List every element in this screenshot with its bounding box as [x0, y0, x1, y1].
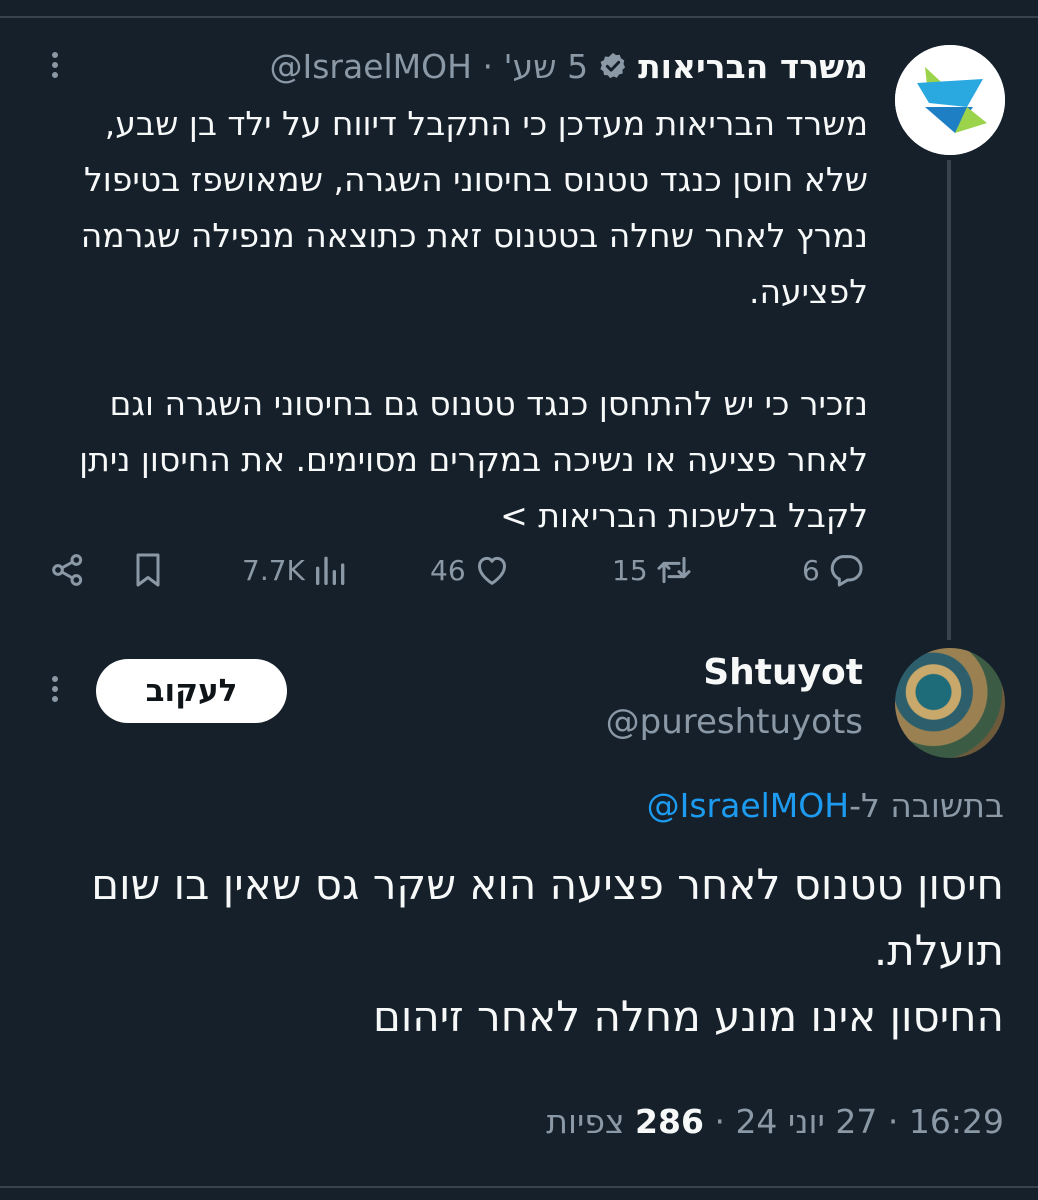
thread-connector-line [947, 160, 951, 640]
retweet-icon [657, 556, 691, 584]
share-button[interactable] [48, 540, 88, 600]
share-icon [52, 554, 83, 586]
views-label: צפיות [546, 1102, 625, 1141]
shtuyot-avatar[interactable] [895, 648, 1005, 758]
parent-tweet-header: משרד הבריאות @IsraelMOH · 5 שע' [270, 44, 869, 88]
views-button[interactable]: 7.7K [242, 540, 351, 600]
footer-separator: · [714, 1102, 725, 1141]
reply-line: חיסון טטנוס לאחר פציעה הוא שקר גס שאין ב… [91, 860, 1004, 975]
tweet-time[interactable]: 16:29 [909, 1102, 1004, 1141]
follow-button[interactable]: לעקוב [96, 659, 287, 723]
tweet-meta: @IsraelMOH · 5 שע' [270, 47, 589, 86]
author-handle[interactable]: @IsraelMOH [270, 47, 472, 86]
more-options-icon[interactable] [40, 672, 70, 712]
verified-badge-icon [600, 52, 626, 79]
like-count: 46 [430, 553, 466, 587]
parent-tweet-text: משרד הבריאות מעדכן כי התקבל דיווח על ילד… [38, 96, 868, 544]
moh-avatar[interactable] [895, 45, 1005, 155]
reply-button[interactable]: 6 [802, 540, 866, 600]
tweet-paragraph: נזכיר כי יש להתחסן כנגד טטנוס גם בחיסוני… [79, 384, 868, 535]
more-options-icon[interactable] [40, 48, 70, 88]
author-name[interactable]: משרד הבריאות [638, 47, 868, 86]
meta-separator: · [482, 46, 493, 86]
analytics-icon [315, 556, 345, 585]
tweet-footer: 16:29 · 27 יוני 24 · 286 צפיות [546, 1102, 1004, 1141]
replying-to-handle[interactable]: @IsraelMOH [647, 786, 849, 825]
top-divider [0, 16, 1038, 18]
reply-line: החיסון אינו מונע מחלה לאחר זיהום [372, 992, 1004, 1041]
reply-author-name[interactable]: Shtuyot [703, 652, 863, 693]
retweet-button[interactable]: 15 [612, 540, 694, 600]
retweet-count: 15 [612, 553, 648, 587]
reply-count: 6 [802, 553, 820, 587]
reply-author-handle[interactable]: @pureshtuyots [606, 702, 863, 742]
tweet-date[interactable]: 27 יוני 24 [735, 1102, 877, 1141]
views-count: 7.7K [242, 553, 305, 587]
like-button[interactable]: 46 [430, 540, 512, 600]
views-count: 286 [635, 1102, 704, 1141]
bottom-divider [0, 1186, 1038, 1188]
bookmark-button[interactable] [128, 540, 168, 600]
heart-icon [477, 556, 506, 585]
footer-separator: · [887, 1102, 899, 1141]
replying-to-prefix: בתשובה ל- [849, 786, 1004, 825]
tweet-action-bar: 7.7K 46 15 6 [40, 540, 880, 600]
tweet-paragraph: משרד הבריאות מעדכן כי התקבל דיווח על ילד… [80, 104, 868, 311]
reply-tweet-text: חיסון טטנוס לאחר פציעה הוא שקר גס שאין ב… [44, 852, 1004, 1050]
replying-to: בתשובה ל-@IsraelMOH [647, 786, 1004, 825]
reply-icon [830, 555, 863, 587]
bookmark-icon [136, 553, 160, 587]
time-ago[interactable]: 5 שע' [503, 47, 588, 86]
moh-logo-icon [895, 45, 1005, 155]
